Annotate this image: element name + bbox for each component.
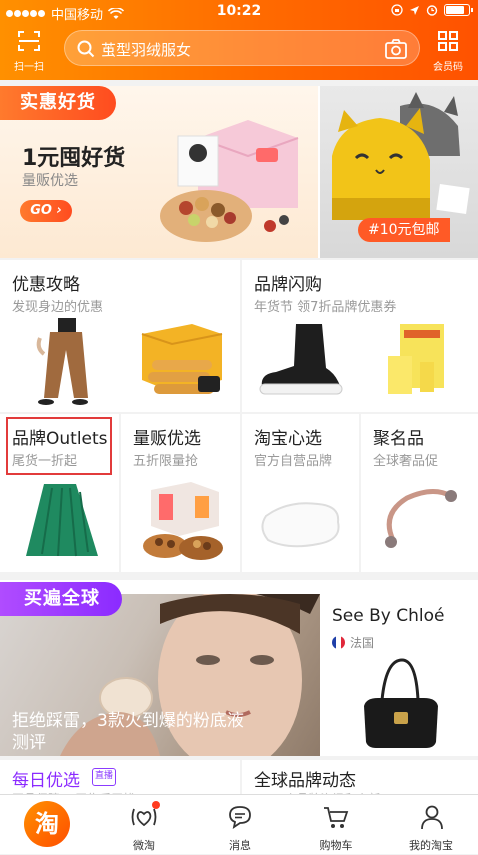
member-code-label: 会员码 — [433, 62, 463, 73]
status-bar: 中国移动 10:22 — [0, 0, 478, 24]
daily-picks-title: 每日优选 — [12, 771, 80, 791]
location-icon — [410, 5, 419, 15]
outlets-highlight-box — [6, 417, 112, 475]
search-text: 茧型羽绒服女 — [101, 41, 192, 59]
promo-tag: 实惠好货 — [0, 86, 116, 120]
grid-card-title: 淘宝心选 — [254, 429, 322, 449]
tab-my-taobao[interactable]: 我的淘宝 — [384, 795, 478, 855]
tab-label: 购物车 — [319, 839, 353, 852]
grid-card-subtitle: 发现身边的优惠 — [12, 300, 104, 315]
grid-card-title: 量贩优选 — [133, 429, 201, 449]
scan-label: 扫一扫 — [14, 62, 44, 73]
promo-left-card[interactable]: 实惠好货 1元囤好货 量贩优选 GO › — [0, 86, 318, 258]
global-section: 买遍全球 拒绝踩雷，3款火到爆的粉底液 测评 See By Chloé 法国 — [0, 580, 478, 756]
foundation-review-card[interactable]: 拒绝踩雷，3款火到爆的粉底液 测评 — [0, 594, 320, 756]
notification-dot — [152, 801, 160, 809]
handbag-image — [364, 658, 438, 748]
tab-home[interactable]: 淘 — [0, 795, 96, 855]
global-tag: 买遍全球 — [0, 582, 122, 616]
grid-card-title: 聚名品 — [373, 429, 424, 449]
caption-line-1: 拒绝踩雷，3款火到爆的粉底液 — [12, 711, 244, 731]
trousers-image — [36, 318, 88, 405]
alarm-icon — [426, 5, 438, 16]
cart-icon — [324, 807, 349, 828]
grid-card-subtitle: 五折限量抢 — [133, 454, 199, 469]
grid-card-title: 优惠攻略 — [12, 275, 80, 295]
user-icon — [421, 805, 443, 830]
green-skirt-image — [26, 484, 98, 557]
live-badge: 直播 — [92, 768, 116, 786]
promo-section: 实惠好货 1元囤好货 量贩优选 GO › #10元包邮 — [0, 86, 478, 258]
grid-card-luxury[interactable]: 聚名品 全球奢品促 — [361, 414, 478, 572]
tab-weitao[interactable]: 微淘 — [96, 795, 192, 855]
tab-label: 微淘 — [133, 839, 155, 852]
brand-country: 法国 — [350, 636, 375, 650]
promo-subtitle: 量贩优选 — [22, 173, 78, 189]
snack-box-image — [160, 120, 299, 242]
brand-news-title: 全球品牌动态 — [254, 771, 356, 791]
grid-card-flash-sale[interactable]: 品牌闪购 年货节 领7折品牌优惠券 — [242, 260, 478, 412]
foundation-review-caption: 拒绝踩雷，3款火到爆的粉底液 测评 — [12, 710, 312, 754]
header: 中国移动 10:22 扫一扫 茧型羽绒服女 会员码 — [0, 0, 478, 80]
tab-label: 消息 — [229, 839, 251, 852]
scan-icon — [18, 31, 40, 51]
grid-card-subtitle: 年货节 领7折品牌优惠券 — [254, 300, 397, 315]
caption-line-2: 测评 — [12, 733, 46, 753]
grid-card-subtitle: 全球奢品促 — [373, 454, 439, 469]
grid-card-taobao-select[interactable]: 淘宝心选 官方自营品牌 — [242, 414, 359, 572]
search-icon — [77, 40, 95, 58]
scan-button[interactable]: 扫一扫 — [8, 30, 50, 74]
grid-card-bulk-deals[interactable]: 量贩优选 五折限量抢 — [121, 414, 240, 572]
brand-name: See By Chloé — [332, 606, 445, 626]
taobao-home-icon: 淘 — [24, 801, 70, 847]
message-icon — [229, 806, 251, 829]
tab-cart[interactable]: 购物车 — [288, 795, 384, 855]
nut-gift-box-image — [143, 482, 223, 560]
egg-rolls-image — [141, 324, 223, 394]
search-input[interactable]: 茧型羽绒服女 — [64, 30, 420, 66]
grid-card-deals[interactable]: 优惠攻略 发现身边的优惠 — [0, 260, 240, 412]
tab-label: 我的淘宝 — [409, 839, 453, 852]
tab-messages[interactable]: 消息 — [192, 795, 288, 855]
grid-card-subtitle: 官方自营品牌 — [254, 454, 333, 469]
france-flag-icon — [332, 636, 345, 649]
brand-card-chloe[interactable]: See By Chloé 法国 — [322, 594, 478, 756]
banana-milk-image — [388, 324, 444, 394]
go-button[interactable]: GO › — [20, 200, 72, 222]
sneaker-boot-image — [259, 324, 343, 395]
lock-rotation-icon — [391, 4, 403, 16]
tab-bar: 淘 微淘 消息 购物车 我的淘宝 — [0, 794, 478, 854]
member-code-button[interactable]: 会员码 — [426, 30, 470, 74]
pillow-image — [261, 502, 340, 548]
status-right — [391, 4, 473, 16]
promo-title: 1元囤好货 — [22, 146, 126, 171]
battery-icon — [444, 4, 473, 16]
promo-right-card[interactable]: #10元包邮 — [320, 86, 478, 258]
grid-card-title: 品牌闪购 — [254, 275, 322, 295]
go-label: GO — [30, 203, 52, 218]
price-badge: #10元包邮 — [358, 218, 450, 242]
member-code-icon — [438, 31, 458, 51]
bangle-bracelet-image — [385, 489, 457, 548]
camera-icon[interactable] — [385, 39, 407, 59]
